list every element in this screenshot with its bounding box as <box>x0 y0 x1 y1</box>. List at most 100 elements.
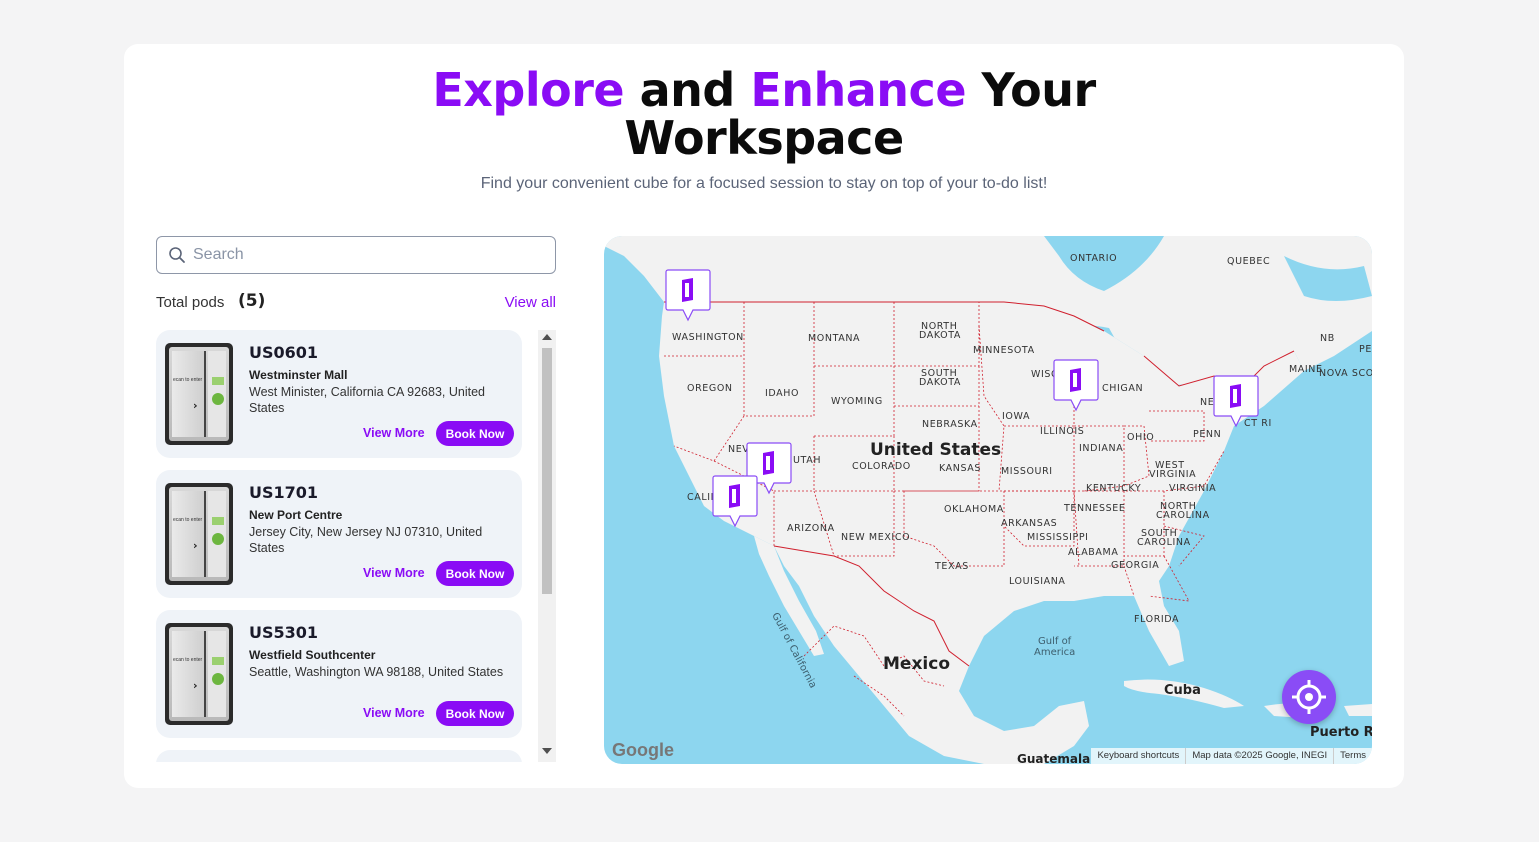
pod-card[interactable]: ecan to enter › US0601 Westminster Mall W… <box>156 330 522 458</box>
map-view[interactable]: ONTARIO QUEBEC WASHINGTON MONTANA NORTH … <box>604 236 1372 764</box>
title-your: Your <box>966 63 1097 117</box>
view-all-link[interactable]: View all <box>505 294 556 311</box>
list-scrollbar[interactable] <box>538 330 556 762</box>
pod-card[interactable]: ecan to enter › US1701 New Port Centre Je… <box>156 470 522 598</box>
map-attribution: Keyboard shortcuts Map data ©2025 Google… <box>1091 748 1372 764</box>
label-michigan: CHIGAN <box>1102 383 1144 394</box>
label-idaho: IDAHO <box>765 388 800 399</box>
book-now-button[interactable]: Book Now <box>436 421 514 446</box>
label-minnesota: MINNESOTA <box>973 345 1035 356</box>
locate-me-button[interactable] <box>1282 670 1336 724</box>
pod-id: US5301 <box>249 623 319 642</box>
scroll-down-arrow[interactable] <box>542 748 552 754</box>
label-north-carolina-2: CAROLINA <box>1156 510 1210 521</box>
label-west-virginia-2: VIRGINIA <box>1149 469 1197 480</box>
google-logo: Google <box>612 740 674 760</box>
title-and: and <box>624 63 751 117</box>
pod-address: West Minister, California CA 92683, Unit… <box>249 385 485 415</box>
label-tennessee: TENNESSEE <box>1064 503 1126 514</box>
label-nb: NB <box>1320 333 1335 344</box>
label-florida: FLORIDA <box>1134 614 1180 625</box>
page-subtitle: Find your convenient cube for a focused … <box>480 175 1048 192</box>
label-kentucky: KENTUCKY <box>1086 483 1142 494</box>
label-south-carolina-2: CAROLINA <box>1137 537 1191 548</box>
book-now-button[interactable]: Book Now <box>436 561 514 586</box>
crosshair-icon <box>1292 680 1326 714</box>
label-pe: PE <box>1359 344 1372 355</box>
label-gulf-2: America <box>1034 647 1076 658</box>
main-card: Explore and Enhance Your Workspace Find … <box>124 44 1404 788</box>
label-illinois: ILLINOIS <box>1040 426 1085 437</box>
label-alabama: ALABAMA <box>1068 547 1119 558</box>
map-data-text: Map data ©2025 Google, INEGI <box>1185 748 1333 764</box>
total-pods-label: Total pods <box>156 294 225 311</box>
label-nebraska: NEBRASKA <box>922 419 978 430</box>
label-arkansas: ARKANSAS <box>1001 518 1058 529</box>
title-explore: Explore <box>432 63 625 117</box>
pod-id: US0601 <box>249 343 319 362</box>
label-penn: PENN <box>1193 429 1222 440</box>
scroll-up-arrow[interactable] <box>542 334 552 340</box>
label-arizona: ARIZONA <box>787 523 835 534</box>
pod-address: Jersey City, New Jersey NJ 07310, United… <box>249 525 483 555</box>
pods-summary: Total pods (5) View all <box>156 290 556 314</box>
pod-marker-icon[interactable] <box>665 268 711 324</box>
label-nova-scotia: NOVA SCO <box>1319 368 1372 379</box>
title-enhance: Enhance <box>750 63 967 117</box>
search-icon <box>169 247 185 263</box>
label-iowa: IOWA <box>1002 411 1031 422</box>
search-box[interactable] <box>156 236 556 274</box>
label-south-dakota-2: DAKOTA <box>919 377 961 388</box>
label-ohio: OHIO <box>1127 432 1155 443</box>
label-cuba: Cuba <box>1164 683 1201 698</box>
label-mississippi: MISSISSIPPI <box>1027 532 1089 543</box>
page-title-line1: Explore and Enhance Your <box>124 66 1404 114</box>
label-quebec: QUEBEC <box>1227 256 1271 267</box>
keyboard-shortcuts-link[interactable]: Keyboard shortcuts <box>1091 748 1185 764</box>
pod-marker-icon[interactable] <box>1213 374 1259 430</box>
label-missouri: MISSOURI <box>1001 466 1053 477</box>
search-input[interactable] <box>193 237 543 273</box>
view-more-link[interactable]: View More <box>363 426 425 440</box>
pod-venue: Westminster Mall <box>249 368 348 382</box>
pod-marker-icon[interactable] <box>1053 358 1099 414</box>
label-puerto-rico: Puerto Rico <box>1310 725 1372 740</box>
label-new-mexico: NEW MEXICO <box>841 532 911 543</box>
label-louisiana: LOUISIANA <box>1009 576 1066 587</box>
label-colorado: COLORADO <box>852 461 911 472</box>
label-indiana: INDIANA <box>1079 443 1124 454</box>
label-maine: MAINE <box>1289 364 1323 375</box>
pod-venue: Westfield Southcenter <box>249 648 376 662</box>
label-ontario: ONTARIO <box>1070 253 1118 264</box>
label-north-dakota-2: DAKOTA <box>919 330 961 341</box>
view-more-link[interactable]: View More <box>363 706 425 720</box>
label-kansas: KANSAS <box>939 463 982 474</box>
total-pods-count: (5) <box>238 291 266 311</box>
pod-image: ecan to enter › <box>165 483 233 585</box>
pod-image: ecan to enter › <box>165 623 233 725</box>
label-montana: MONTANA <box>808 333 861 344</box>
label-united-states: United States <box>870 440 1002 460</box>
label-texas: TEXAS <box>935 561 969 572</box>
label-oklahoma: OKLAHOMA <box>944 504 1004 515</box>
book-now-button[interactable]: Book Now <box>436 701 514 726</box>
pod-card[interactable]: ecan to enter › US5301 Westfield Southcen… <box>156 610 522 738</box>
pod-card-partial[interactable] <box>156 750 522 762</box>
label-oregon: OREGON <box>687 383 733 394</box>
view-more-link[interactable]: View More <box>363 566 425 580</box>
label-washington: WASHINGTON <box>672 332 744 343</box>
label-gulf-1: Gulf of <box>1038 636 1072 647</box>
pod-venue: New Port Centre <box>249 508 343 522</box>
pod-marker-icon[interactable] <box>712 474 758 530</box>
label-georgia: GEORGIA <box>1111 560 1160 571</box>
terms-link[interactable]: Terms <box>1333 748 1372 764</box>
label-utah: UTAH <box>793 455 822 466</box>
label-guatemala: Guatemala <box>1017 752 1091 764</box>
page-title-line2: Workspace <box>624 111 904 165</box>
pod-image: ecan to enter › <box>165 343 233 445</box>
scroll-thumb[interactable] <box>542 348 552 594</box>
pod-list[interactable]: ecan to enter › US0601 Westminster Mall W… <box>156 330 556 762</box>
label-virginia: VIRGINIA <box>1169 483 1217 494</box>
label-mexico: Mexico <box>883 654 950 674</box>
pod-address: Seattle, Washington WA 98188, United Sta… <box>249 665 504 679</box>
